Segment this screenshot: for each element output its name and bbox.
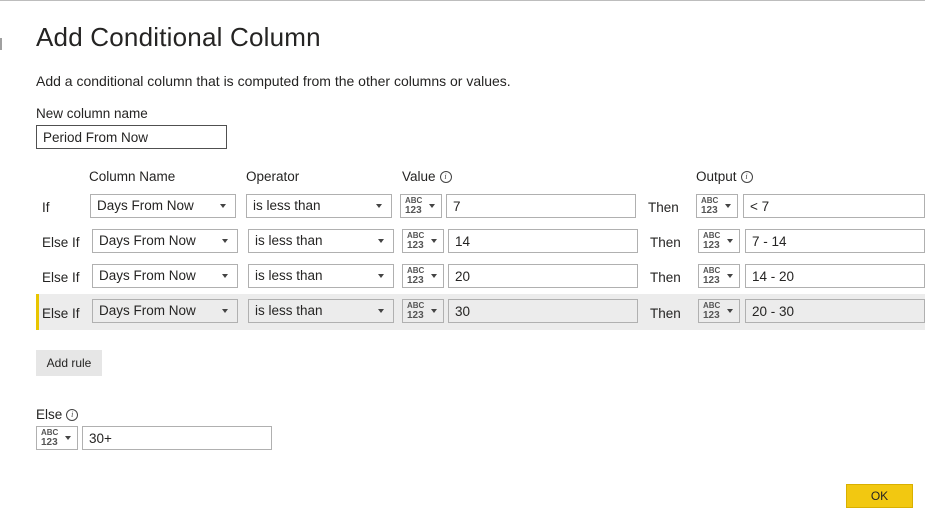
chevron-down-icon	[431, 239, 437, 243]
column-name-dropdown[interactable]: Days From Now	[92, 264, 238, 288]
output-type-button[interactable]: ABC 123	[698, 264, 740, 288]
value-type-button[interactable]: ABC 123	[400, 194, 442, 218]
output-input[interactable]	[745, 299, 925, 323]
else-type-button[interactable]: ABC 123	[36, 426, 78, 450]
operator-header: Operator	[246, 169, 300, 184]
rule-prefix: Else If	[42, 235, 80, 250]
rule-row-selected[interactable]: Else If Days From Now is less than ABC 12…	[36, 294, 925, 330]
then-label: Then	[650, 270, 681, 285]
chevron-down-icon	[431, 309, 437, 313]
rule-row[interactable]: Else If Days From Now is less than ABC 12…	[36, 223, 925, 259]
abc-123-icon: ABC	[407, 266, 425, 275]
dialog-description: Add a conditional column that is compute…	[36, 73, 511, 89]
value-header: Value i	[402, 169, 452, 184]
chevron-down-icon	[65, 436, 71, 440]
chevron-down-icon	[222, 239, 228, 243]
top-border	[0, 0, 925, 1]
chevron-down-icon	[222, 309, 228, 313]
chevron-down-icon	[727, 239, 733, 243]
abc-123-icon: ABC	[703, 266, 721, 275]
info-icon[interactable]: i	[439, 171, 452, 184]
value-type-button[interactable]: ABC 123	[402, 229, 444, 253]
chevron-down-icon	[429, 204, 435, 208]
value-input[interactable]	[448, 299, 638, 323]
selection-indicator	[36, 294, 39, 330]
abc-123-icon: ABC	[407, 231, 425, 240]
else-label: Else i	[36, 407, 79, 422]
operator-dropdown[interactable]: is less than	[248, 264, 394, 288]
output-type-button[interactable]: ABC 123	[698, 229, 740, 253]
chevron-down-icon	[220, 204, 226, 208]
new-column-name-input[interactable]	[36, 125, 227, 149]
chevron-down-icon	[727, 309, 733, 313]
then-label: Then	[650, 306, 681, 321]
value-input[interactable]	[448, 264, 638, 288]
info-icon[interactable]: i	[66, 409, 79, 422]
rule-row[interactable]: Else If Days From Now is less than ABC 12…	[36, 258, 925, 294]
abc-123-icon: ABC	[701, 196, 719, 205]
dialog-title: Add Conditional Column	[36, 22, 321, 52]
output-type-button[interactable]: ABC 123	[696, 194, 738, 218]
info-icon[interactable]: i	[740, 171, 753, 184]
output-header: Output i	[696, 169, 753, 184]
column-name-dropdown[interactable]: Days From Now	[92, 299, 238, 323]
column-name-dropdown[interactable]: Days From Now	[90, 194, 236, 218]
abc-123-icon: ABC	[41, 428, 59, 437]
rule-prefix: Else If	[42, 306, 80, 321]
output-input[interactable]	[745, 264, 925, 288]
then-label: Then	[650, 235, 681, 250]
abc-123-icon: ABC	[703, 301, 721, 310]
chevron-down-icon	[431, 274, 437, 278]
chevron-down-icon	[376, 204, 382, 208]
output-input[interactable]	[743, 194, 925, 218]
output-type-button[interactable]: ABC 123	[698, 299, 740, 323]
chevron-down-icon	[378, 309, 384, 313]
operator-dropdown[interactable]: is less than	[248, 229, 394, 253]
then-label: Then	[648, 200, 679, 215]
chevron-down-icon	[725, 204, 731, 208]
chevron-down-icon	[378, 239, 384, 243]
value-type-button[interactable]: ABC 123	[402, 299, 444, 323]
value-input[interactable]	[448, 229, 638, 253]
rule-prefix: Else If	[42, 270, 80, 285]
new-column-label: New column name	[36, 106, 148, 121]
abc-123-icon: ABC	[407, 301, 425, 310]
operator-dropdown[interactable]: is less than	[248, 299, 394, 323]
operator-dropdown[interactable]: is less than	[246, 194, 392, 218]
value-type-button[interactable]: ABC 123	[402, 264, 444, 288]
abc-123-icon: ABC	[405, 196, 423, 205]
chevron-down-icon	[222, 274, 228, 278]
rule-prefix: If	[42, 200, 50, 215]
column-name-dropdown[interactable]: Days From Now	[92, 229, 238, 253]
chevron-down-icon	[378, 274, 384, 278]
abc-123-icon: ABC	[703, 231, 721, 240]
rule-row[interactable]: If Days From Now is less than ABC123 The…	[36, 188, 925, 224]
column-name-header: Column Name	[89, 169, 176, 184]
chevron-down-icon	[727, 274, 733, 278]
value-input[interactable]	[446, 194, 636, 218]
else-value-input[interactable]	[82, 426, 272, 450]
ok-button[interactable]: OK	[846, 484, 913, 508]
output-input[interactable]	[745, 229, 925, 253]
add-rule-button[interactable]: Add rule	[36, 350, 102, 376]
window-edge	[0, 38, 2, 50]
